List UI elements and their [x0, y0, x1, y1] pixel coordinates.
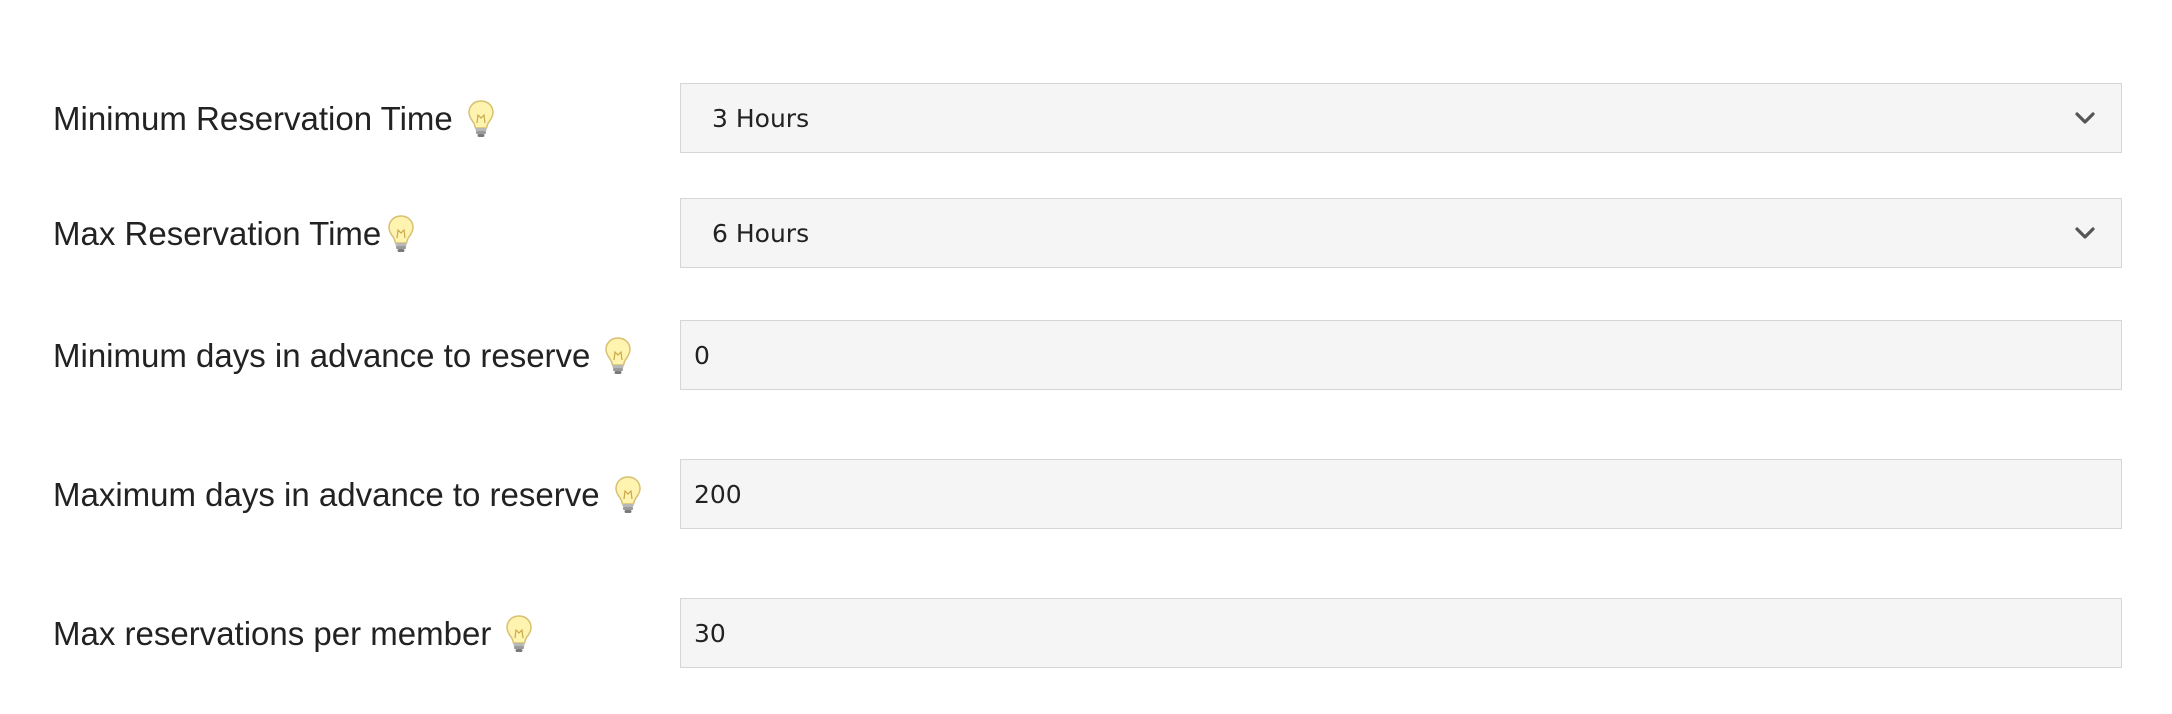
lightbulb-icon[interactable] — [612, 473, 644, 517]
min-reservation-time-label: Minimum Reservation Time — [53, 100, 453, 137]
max-reservation-time-value: 6 Hours — [712, 218, 810, 248]
min-reservation-time-select[interactable]: 3 Hours — [680, 83, 2122, 153]
lightbulb-icon[interactable] — [503, 612, 535, 656]
min-days-advance-value: 0 — [694, 340, 710, 370]
max-days-advance-label: Maximum days in advance to reserve — [53, 476, 600, 513]
min-days-advance-label: Minimum days in advance to reserve — [53, 337, 591, 374]
lightbulb-icon[interactable] — [385, 212, 417, 256]
max-reservation-time-label: Max Reservation Time — [53, 215, 382, 252]
max-reservation-time-select[interactable]: 6 Hours — [680, 198, 2122, 268]
reservation-settings-form: Minimum Reservation Time 3 Hours Max Res… — [0, 0, 2172, 714]
max-reservations-per-member-label-group: Max reservations per member — [53, 598, 535, 670]
min-reservation-time-label-group: Minimum Reservation Time — [53, 83, 497, 155]
max-reservation-time-row: Max Reservation Time 6 Hours — [0, 198, 2172, 270]
chevron-down-icon[interactable] — [2073, 225, 2097, 241]
max-days-advance-row: Maximum days in advance to reserve 200 — [0, 459, 2172, 531]
min-days-advance-input[interactable]: 0 — [680, 320, 2122, 390]
min-reservation-time-value: 3 Hours — [712, 103, 810, 133]
lightbulb-icon[interactable] — [602, 334, 634, 378]
min-days-advance-label-group: Minimum days in advance to reserve — [53, 320, 634, 392]
max-reservation-time-label-group: Max Reservation Time — [53, 198, 417, 270]
min-days-advance-row: Minimum days in advance to reserve 0 — [0, 320, 2172, 392]
min-reservation-time-row: Minimum Reservation Time 3 Hours — [0, 83, 2172, 155]
max-reservations-per-member-label: Max reservations per member — [53, 615, 492, 652]
lightbulb-icon[interactable] — [465, 97, 497, 141]
max-reservations-per-member-value: 30 — [694, 618, 726, 648]
max-reservations-per-member-input[interactable]: 30 — [680, 598, 2122, 668]
max-reservations-per-member-row: Max reservations per member 30 — [0, 598, 2172, 670]
max-days-advance-input[interactable]: 200 — [680, 459, 2122, 529]
max-days-advance-value: 200 — [694, 479, 742, 509]
max-days-advance-label-group: Maximum days in advance to reserve — [53, 459, 644, 531]
chevron-down-icon[interactable] — [2073, 110, 2097, 126]
